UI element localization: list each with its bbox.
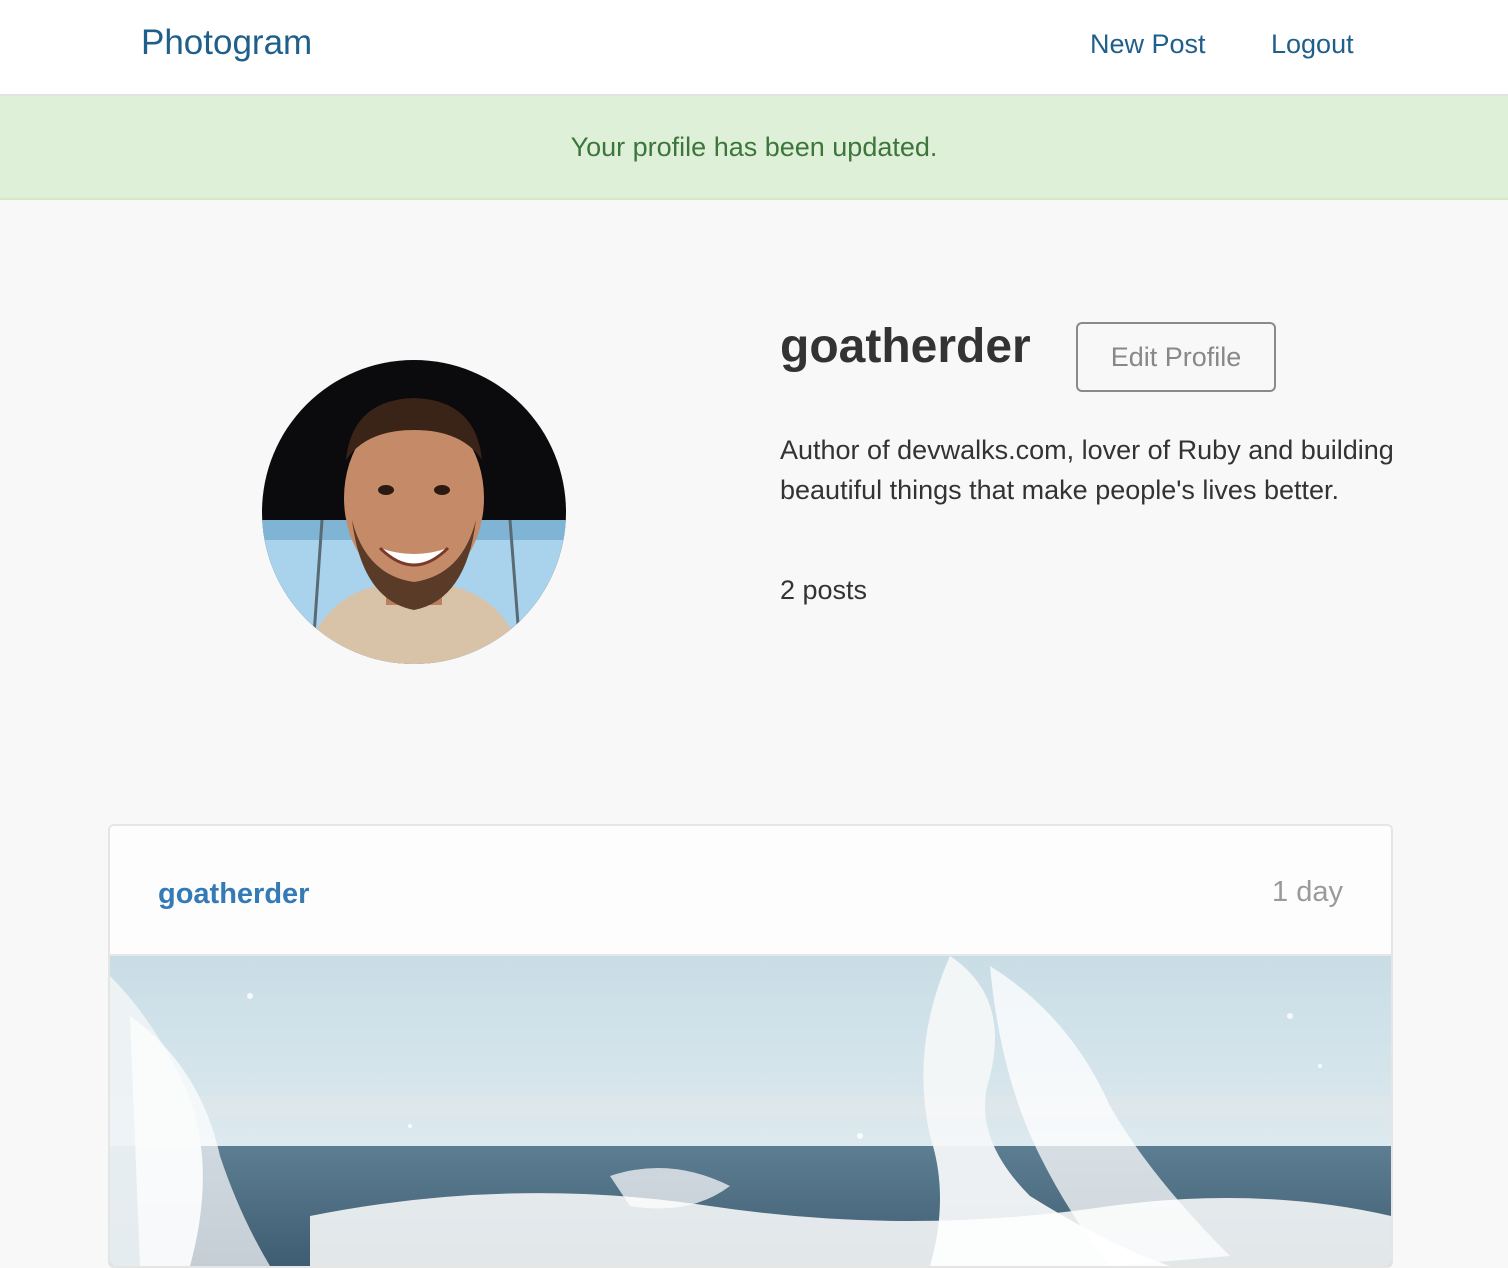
profile-avatar bbox=[262, 360, 566, 664]
edit-profile-button[interactable]: Edit Profile bbox=[1076, 322, 1276, 392]
posts-count: 2 posts bbox=[780, 575, 868, 605]
logout-link[interactable]: Logout bbox=[1271, 27, 1354, 61]
avatar-image bbox=[262, 360, 566, 664]
alert-message: Your profile has been updated. bbox=[570, 132, 938, 162]
post-timestamp: 1 day bbox=[1272, 876, 1343, 908]
profile-bio: Author of devwalks.com, lover of Ruby an… bbox=[780, 435, 1394, 505]
post-photo-ocean-splash bbox=[110, 956, 1391, 1266]
profile-username: goatherder bbox=[780, 320, 1031, 373]
post-header: goatherder 1 day bbox=[110, 826, 1391, 956]
post-username-link[interactable]: goatherder bbox=[158, 876, 309, 912]
top-navbar: Photogram New Post Logout bbox=[0, 0, 1508, 96]
post-image[interactable] bbox=[110, 956, 1391, 1266]
success-alert: Your profile has been updated. bbox=[0, 96, 1508, 200]
post-card: goatherder 1 day bbox=[108, 824, 1393, 1268]
brand-logo-link[interactable]: Photogram bbox=[141, 22, 312, 64]
new-post-link[interactable]: New Post bbox=[1090, 27, 1206, 61]
